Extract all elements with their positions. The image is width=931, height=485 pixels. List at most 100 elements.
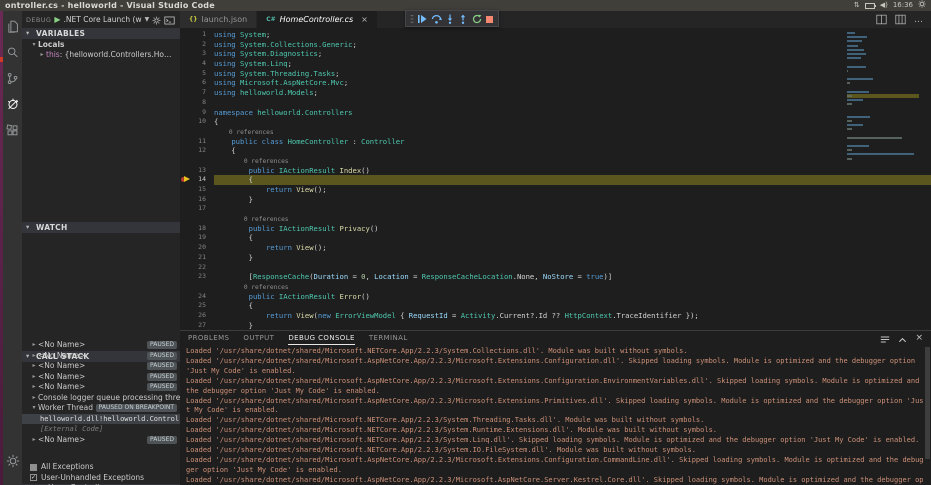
launch-config-select[interactable]: .NET Core Launch (w xyxy=(64,15,142,24)
call-stack-thread[interactable]: ▸ <No Name> PAUSED xyxy=(22,382,180,393)
debug-console-output[interactable]: Loaded '/usr/share/dotnet/shared/Microso… xyxy=(180,345,931,485)
panel-actions: × xyxy=(880,329,931,348)
codelens-references[interactable]: 0 references xyxy=(244,284,289,291)
open-changes-icon[interactable] xyxy=(895,10,906,29)
code-line: 20 return View(); xyxy=(198,243,327,253)
console-line: Loaded '/usr/share/dotnet/shared/Microso… xyxy=(186,416,705,425)
debug-console-toggle-icon[interactable] xyxy=(164,11,175,29)
source-control-icon[interactable] xyxy=(3,68,22,88)
close-tab-icon[interactable]: × xyxy=(361,15,368,24)
console-line: Loaded '/usr/share/dotnet/shared/Microso… xyxy=(186,436,920,445)
network-icon[interactable]: ⇅ xyxy=(854,0,860,11)
code-editor[interactable]: 1 using System; 2 using System.Collections.… xyxy=(180,28,931,330)
code-line: 8 xyxy=(202,97,206,106)
step-out-button[interactable] xyxy=(458,9,468,28)
step-over-button[interactable] xyxy=(431,9,442,28)
search-icon[interactable] xyxy=(3,42,22,62)
stop-button[interactable] xyxy=(485,9,494,28)
explorer-icon[interactable] xyxy=(3,16,22,36)
call-stack-thread[interactable]: ▸ <No Name> PAUSED xyxy=(22,372,180,383)
watch-section-header[interactable]: ▾ WATCH xyxy=(22,222,180,233)
debug-controls-toolbar xyxy=(405,10,499,27)
variables-group-locals[interactable]: ▾ Locals xyxy=(22,40,180,51)
manage-gear-icon[interactable] xyxy=(3,451,22,471)
code-line: 1 using System; xyxy=(202,30,271,39)
tab-launch-json[interactable]: {} launch.json xyxy=(180,11,258,28)
tab-bar: {} launch.json C# HomeController.cs × … xyxy=(180,11,931,28)
call-stack-thread[interactable]: ▸ <No Name> PAUSED xyxy=(22,340,180,351)
code-line: 24 public IActionResult Error() xyxy=(198,291,370,301)
maximize-panel-icon[interactable] xyxy=(898,329,907,348)
codelens-references[interactable]: 0 references xyxy=(229,129,274,136)
power-icon[interactable] xyxy=(918,0,926,12)
debug-icon[interactable] xyxy=(3,94,22,114)
editor-actions: … xyxy=(876,11,931,28)
call-stack-thread[interactable]: ▸ <No Name> PAUSED xyxy=(22,361,180,372)
panel-tab-debug-console[interactable]: DEBUG CONSOLE xyxy=(288,332,355,345)
stack-frame-selected[interactable]: helloworld.dll!helloworld.Control xyxy=(22,413,180,424)
call-stack-thread[interactable]: ▸ <No Name> PAUSED xyxy=(22,435,180,446)
minimap-line xyxy=(847,157,919,161)
chevron-down-icon: ▼ xyxy=(144,16,150,23)
console-line: Loaded '/usr/share/dotnet/shared/Microso… xyxy=(186,376,920,395)
start-debug-button[interactable]: ▶ xyxy=(54,15,60,24)
editor-group: {} launch.json C# HomeController.cs × … … xyxy=(180,10,931,485)
code-line: 27 } xyxy=(198,320,253,330)
console-line: Loaded '/usr/share/dotnet/shared/Microso… xyxy=(186,455,924,474)
json-file-icon: {} xyxy=(189,16,198,23)
configure-gear-icon[interactable] xyxy=(152,11,161,29)
breakpoint-checkbox[interactable]: ✓ xyxy=(30,474,37,482)
drag-handle-icon[interactable] xyxy=(410,9,414,28)
panel-tab-problems[interactable]: PROBLEMS xyxy=(188,332,229,344)
battery-icon[interactable] xyxy=(864,2,876,9)
tab-homecontroller-cs[interactable]: C# HomeController.cs × xyxy=(257,11,377,28)
panel-tab-output[interactable]: OUTPUT xyxy=(243,332,274,344)
code-line: 18 public IActionResult Privacy() xyxy=(198,223,379,233)
codelens-references[interactable]: 0 references xyxy=(244,158,289,165)
code-line: 10{ xyxy=(198,117,219,127)
panel-scrollbar[interactable] xyxy=(925,347,930,459)
code-line: 2 using System.Collections.Generic; xyxy=(202,39,357,49)
variable-this[interactable]: ▸ this : {helloworld.Controllers.Ho… xyxy=(22,50,180,61)
call-stack-thread[interactable]: ▸Console logger queue processing threadP… xyxy=(22,393,180,404)
csharp-file-icon: C# xyxy=(266,16,276,23)
minimap[interactable] xyxy=(847,31,919,165)
thread-status-badge: PAUSED xyxy=(147,372,177,381)
console-line: Loaded '/usr/share/dotnet/shared/Microso… xyxy=(186,396,924,415)
variables-section-header[interactable]: ▾ VARIABLES xyxy=(22,28,180,39)
breakpoint-item[interactable]: ✓ User-Unhandled Exceptions xyxy=(22,473,180,484)
call-stack-thread[interactable]: ▸ <No Name> PAUSED xyxy=(22,351,180,362)
thread-status-badge: PAUSED xyxy=(147,383,177,392)
output-actions-icon[interactable] xyxy=(880,329,890,348)
codelens-references[interactable]: 0 references xyxy=(244,216,289,223)
step-into-button[interactable] xyxy=(445,9,455,28)
code-line: 16 } xyxy=(198,194,253,204)
more-actions-icon[interactable]: … xyxy=(914,15,923,24)
stack-frame-external[interactable]: [External Code] xyxy=(22,424,180,435)
code-line: 22 xyxy=(198,262,206,271)
breakpoint-checkbox[interactable] xyxy=(30,463,37,471)
call-stack-thread[interactable]: ▾ Worker Thread PAUSED ON BREAKPOINT xyxy=(22,403,180,414)
call-stack-list: ▸ <No Name> PAUSED ▸ <No Name> PAUSED ▸ <No Nam… xyxy=(22,340,180,445)
breakpoint-item[interactable]: All Exceptions xyxy=(22,462,180,473)
code-line: 23 [ResponseCache(Duration = 0, Location… xyxy=(198,272,613,282)
code-line: 11 public class HomeController : Control… xyxy=(198,136,405,146)
thread-status-badge: PAUSED xyxy=(147,362,177,371)
code-line: 5 using System.Threading.Tasks; xyxy=(202,68,340,78)
code-line: 21 } xyxy=(198,252,253,262)
code-line: 7 using helloworld.Models; xyxy=(202,88,318,98)
debug-launch-bar: DEBUG ▶ .NET Core Launch (w ▼ xyxy=(22,11,180,28)
restart-button[interactable] xyxy=(472,9,482,28)
debug-view-label: DEBUG xyxy=(26,15,52,24)
console-line: Loaded '/usr/share/dotnet/shared/Microso… xyxy=(186,356,916,375)
close-panel-icon[interactable]: × xyxy=(915,333,923,343)
split-editor-icon[interactable] xyxy=(876,10,887,29)
code-line: 15 return View(); xyxy=(198,185,327,194)
extensions-icon[interactable] xyxy=(3,120,22,140)
code-line: 19 { xyxy=(198,233,253,243)
continue-button[interactable] xyxy=(417,9,427,28)
paused-arrow-icon xyxy=(184,176,190,183)
system-tray: ⇅ ◀) 16:36 xyxy=(854,0,926,12)
panel-tab-terminal[interactable]: TERMINAL xyxy=(369,332,408,344)
codelens-row: 0 references xyxy=(180,156,931,166)
